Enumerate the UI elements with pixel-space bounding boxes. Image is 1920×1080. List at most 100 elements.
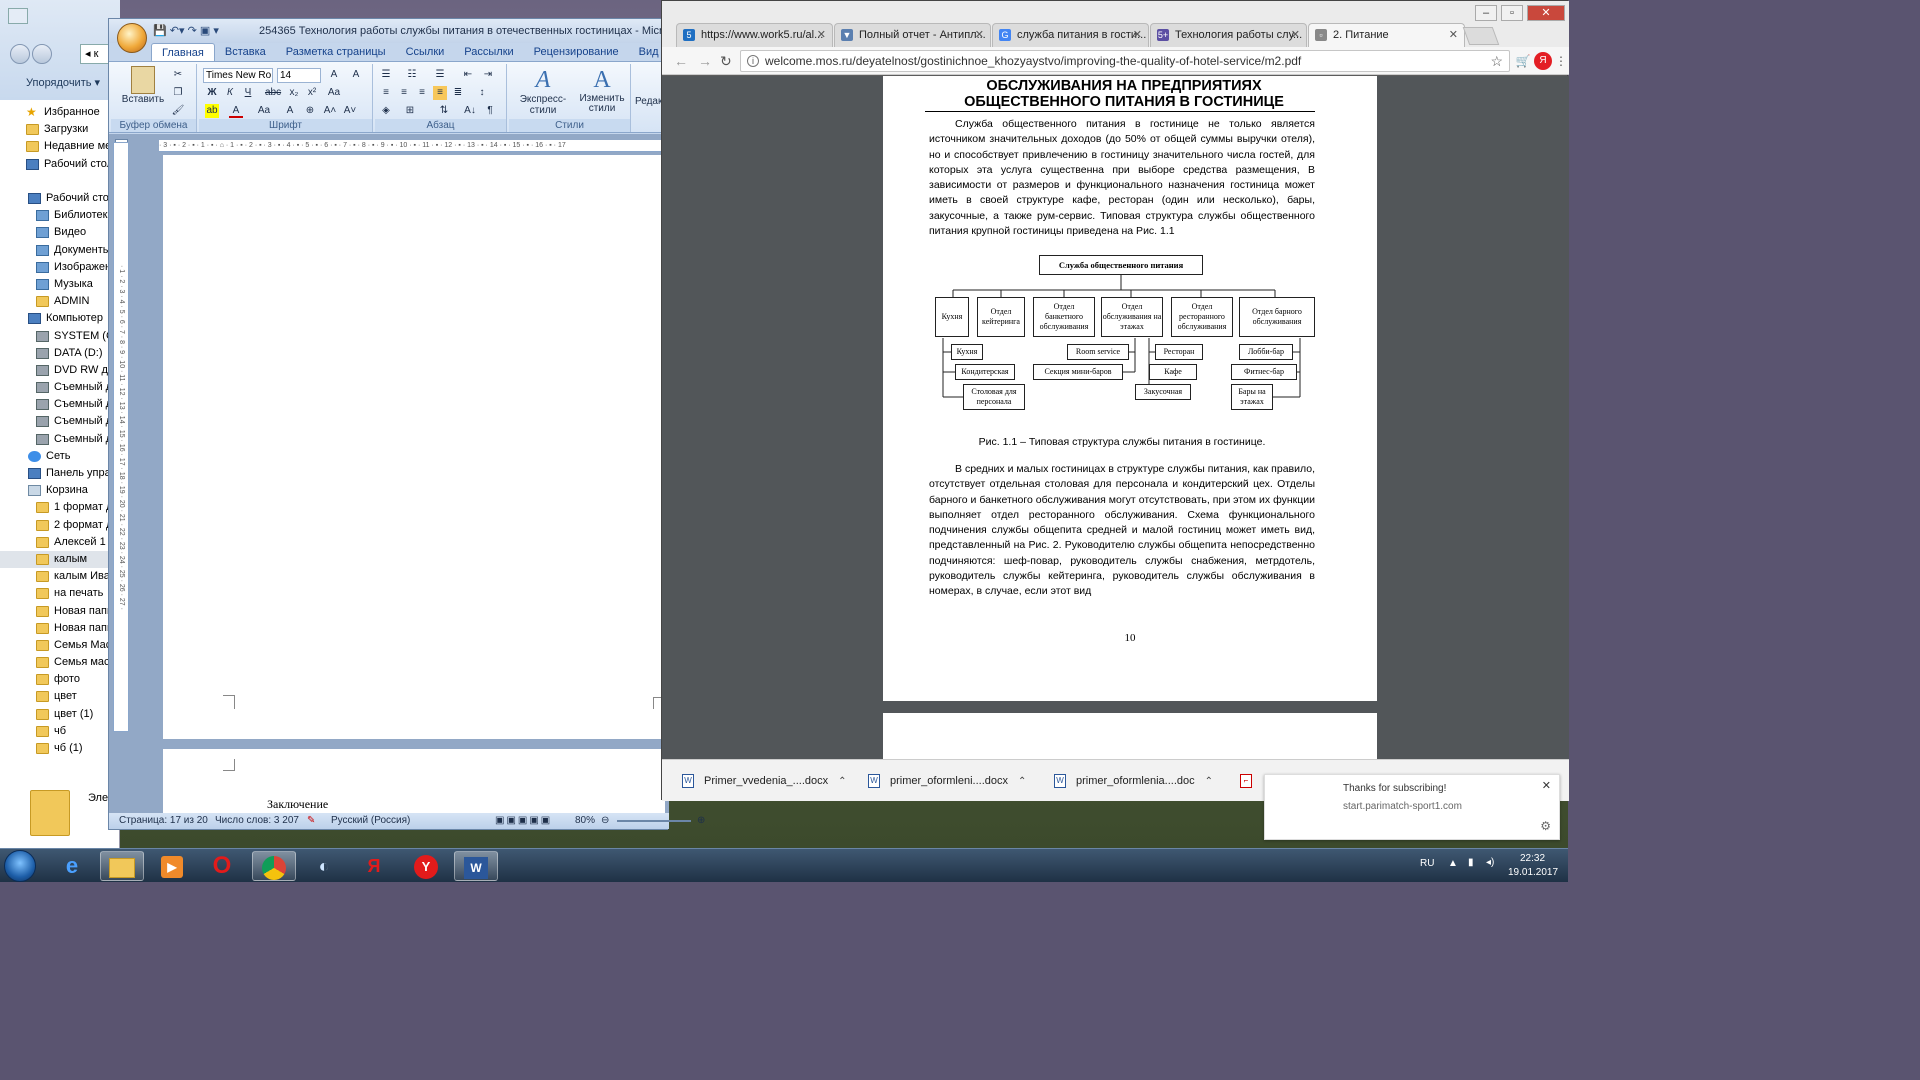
nav-item[interactable]: цвет (1) <box>0 706 120 723</box>
new-tab-button[interactable] <box>1462 27 1500 45</box>
nav-item[interactable]: DVD RW дисковод <box>0 362 120 379</box>
close-icon[interactable]: ✕ <box>1542 779 1551 792</box>
shading-icon[interactable]: ◈ <box>379 104 393 118</box>
change-styles-button[interactable]: A Изменить стили <box>579 66 625 114</box>
back-icon[interactable] <box>10 44 30 64</box>
nav-item[interactable]: цвет <box>0 688 120 705</box>
shrink-icon[interactable]: A˅ <box>343 104 357 118</box>
yandex-icon[interactable]: Я <box>352 851 396 881</box>
page-count[interactable]: Страница: 17 из 20 <box>119 813 208 829</box>
nav-item[interactable]: Рабочий стол <box>0 190 120 207</box>
strikethrough-icon[interactable]: abc <box>265 86 281 100</box>
nav-item[interactable]: чб (1) <box>0 740 120 757</box>
nav-item[interactable]: Библиотеки <box>0 207 120 224</box>
nav-item[interactable]: Алексей 1 к <box>0 534 120 551</box>
media-player-icon[interactable]: ▶ <box>150 851 194 881</box>
yandex-browser-icon[interactable]: Y <box>404 851 448 881</box>
clear-format-icon[interactable]: A <box>349 68 363 82</box>
nav-item[interactable]: SYSTEM (C:) <box>0 327 120 344</box>
horizontal-ruler[interactable]: · 3 · ▪ · 2 · ▪ · 1 · ▪ · ⌂ · 1 · ▪ · 2 … <box>159 140 665 152</box>
document-page[interactable]: Заключение <box>163 749 665 819</box>
maximize-button[interactable]: ▫ <box>1501 5 1523 21</box>
start-button[interactable] <box>4 850 36 882</box>
nav-item[interactable]: Семья масл <box>0 654 120 671</box>
nav-item[interactable]: Новая папка <box>0 602 120 619</box>
grow-font-icon[interactable]: A <box>327 68 341 82</box>
undo-icon[interactable]: ↶▾ <box>170 25 185 37</box>
network-icon[interactable]: ▮ <box>1468 857 1474 868</box>
nav-item[interactable]: на печать <box>0 585 120 602</box>
view-buttons[interactable]: ▣▣▣▣▣ <box>495 813 552 829</box>
qat-dropdown-icon[interactable]: ▾ <box>213 25 219 37</box>
volume-icon[interactable]: ◂) <box>1486 857 1494 868</box>
nav-item[interactable]: Музыка <box>0 276 120 293</box>
bold-icon[interactable]: Ж <box>205 86 219 100</box>
document-page[interactable] <box>163 155 665 739</box>
quick-styles-button[interactable]: A Экспресс-стили <box>513 66 573 116</box>
address-bar[interactable]: i welcome.mos.ru/deyatelnost/gostinichno… <box>740 50 1510 72</box>
nav-item[interactable]: фото <box>0 671 120 688</box>
nav-item[interactable]: 1 формат для <box>0 499 120 516</box>
nav-item[interactable]: Съемный диск <box>0 413 120 430</box>
opera-icon[interactable]: O <box>200 851 244 881</box>
browser-tab[interactable]: ▫ 2. Питание ✕ <box>1308 23 1465 47</box>
grow-icon[interactable]: A˄ <box>323 104 337 118</box>
spellcheck-icon[interactable]: ✎ <box>307 813 315 829</box>
clock-date[interactable]: 19.01.2017 <box>1508 867 1558 878</box>
language-status[interactable]: Русский (Россия) <box>331 813 410 829</box>
browser-tab[interactable]: ▼ Полный отчет - Антипл... ✕ <box>834 23 991 47</box>
justify-icon[interactable]: ≡ <box>433 86 447 100</box>
forward-icon[interactable] <box>32 44 52 64</box>
nav-item[interactable]: ★ Избранное <box>0 104 120 121</box>
explorer-nav-buttons[interactable] <box>10 44 58 64</box>
nav-item[interactable]: калым Иван <box>0 568 120 585</box>
paste-button[interactable]: Вставить <box>121 66 165 114</box>
minimize-button[interactable]: – <box>1475 5 1497 21</box>
nav-item[interactable]: Документы <box>0 242 120 259</box>
nav-item[interactable]: Изображения <box>0 259 120 276</box>
close-tab-icon[interactable]: ✕ <box>1291 24 1300 46</box>
nav-item[interactable]: Съемный диск <box>0 396 120 413</box>
align-center-icon[interactable]: ≡ <box>397 86 411 100</box>
numbering-icon[interactable]: ☷ <box>405 68 419 82</box>
word-count[interactable]: Число слов: 3 207 <box>215 813 299 829</box>
explorer-taskbar-icon[interactable] <box>100 851 144 881</box>
ribbon-tab[interactable]: Рецензирование <box>524 43 629 61</box>
underline-icon[interactable]: Ч <box>241 86 255 100</box>
notification-popup[interactable]: Thanks for subscribing! start.parimatch-… <box>1264 774 1560 840</box>
browser-tab[interactable]: Gслужба питания в гости... ✕ <box>992 23 1149 47</box>
nav-item[interactable]: 2 формат для <box>0 517 120 534</box>
increase-indent-icon[interactable]: ⇥ <box>481 68 495 82</box>
font-name-box[interactable]: Times New Ro <box>203 68 273 83</box>
forward-icon[interactable]: → <box>698 52 712 70</box>
yandex-extension-icon[interactable]: Я <box>1534 52 1552 70</box>
save-icon[interactable]: 💾 <box>153 25 167 37</box>
back-icon[interactable]: ← <box>674 52 688 70</box>
download-item-pdf[interactable]: ⌐ <box>1240 770 1262 792</box>
subscript-icon[interactable]: x₂ <box>287 86 301 100</box>
align-right-icon[interactable]: ≡ <box>415 86 429 100</box>
nav-item[interactable]: Съемный диск <box>0 431 120 448</box>
case-icon[interactable]: Aa <box>257 104 271 118</box>
nav-item[interactable]: Корзина <box>0 482 120 499</box>
zoom-level[interactable]: 80% <box>575 813 595 829</box>
info-icon[interactable]: i <box>747 55 759 67</box>
nav-item[interactable]: Панель управления <box>0 465 120 482</box>
reload-icon[interactable]: ↻ <box>720 52 732 70</box>
download-item[interactable]: W Primer_vvedenia_....docx ⌃ <box>682 770 847 792</box>
font-color-icon[interactable]: A <box>229 104 243 118</box>
audio-icon[interactable]: ◐ <box>302 851 346 881</box>
ribbon-tab[interactable]: Ссылки <box>396 43 455 61</box>
close-button[interactable]: ✕ <box>1527 5 1565 21</box>
nav-item[interactable]: калым <box>0 550 120 569</box>
zoom-slider[interactable] <box>617 820 691 822</box>
close-tab-icon[interactable]: ✕ <box>1449 24 1458 46</box>
organize-button[interactable]: Упорядочить ▾ <box>26 76 100 89</box>
download-item[interactable]: Wprimer_oformlenia....doc ⌃ <box>1054 770 1213 792</box>
gear-icon[interactable]: ⚙ <box>1540 819 1551 833</box>
close-tab-icon[interactable]: ✕ <box>975 24 984 46</box>
office-button[interactable] <box>117 23 147 53</box>
char-shading-icon[interactable]: A <box>283 104 297 118</box>
bookmark-star-icon[interactable]: ☆ <box>1490 51 1503 71</box>
chevron-up-icon[interactable]: ⌃ <box>1018 776 1026 787</box>
